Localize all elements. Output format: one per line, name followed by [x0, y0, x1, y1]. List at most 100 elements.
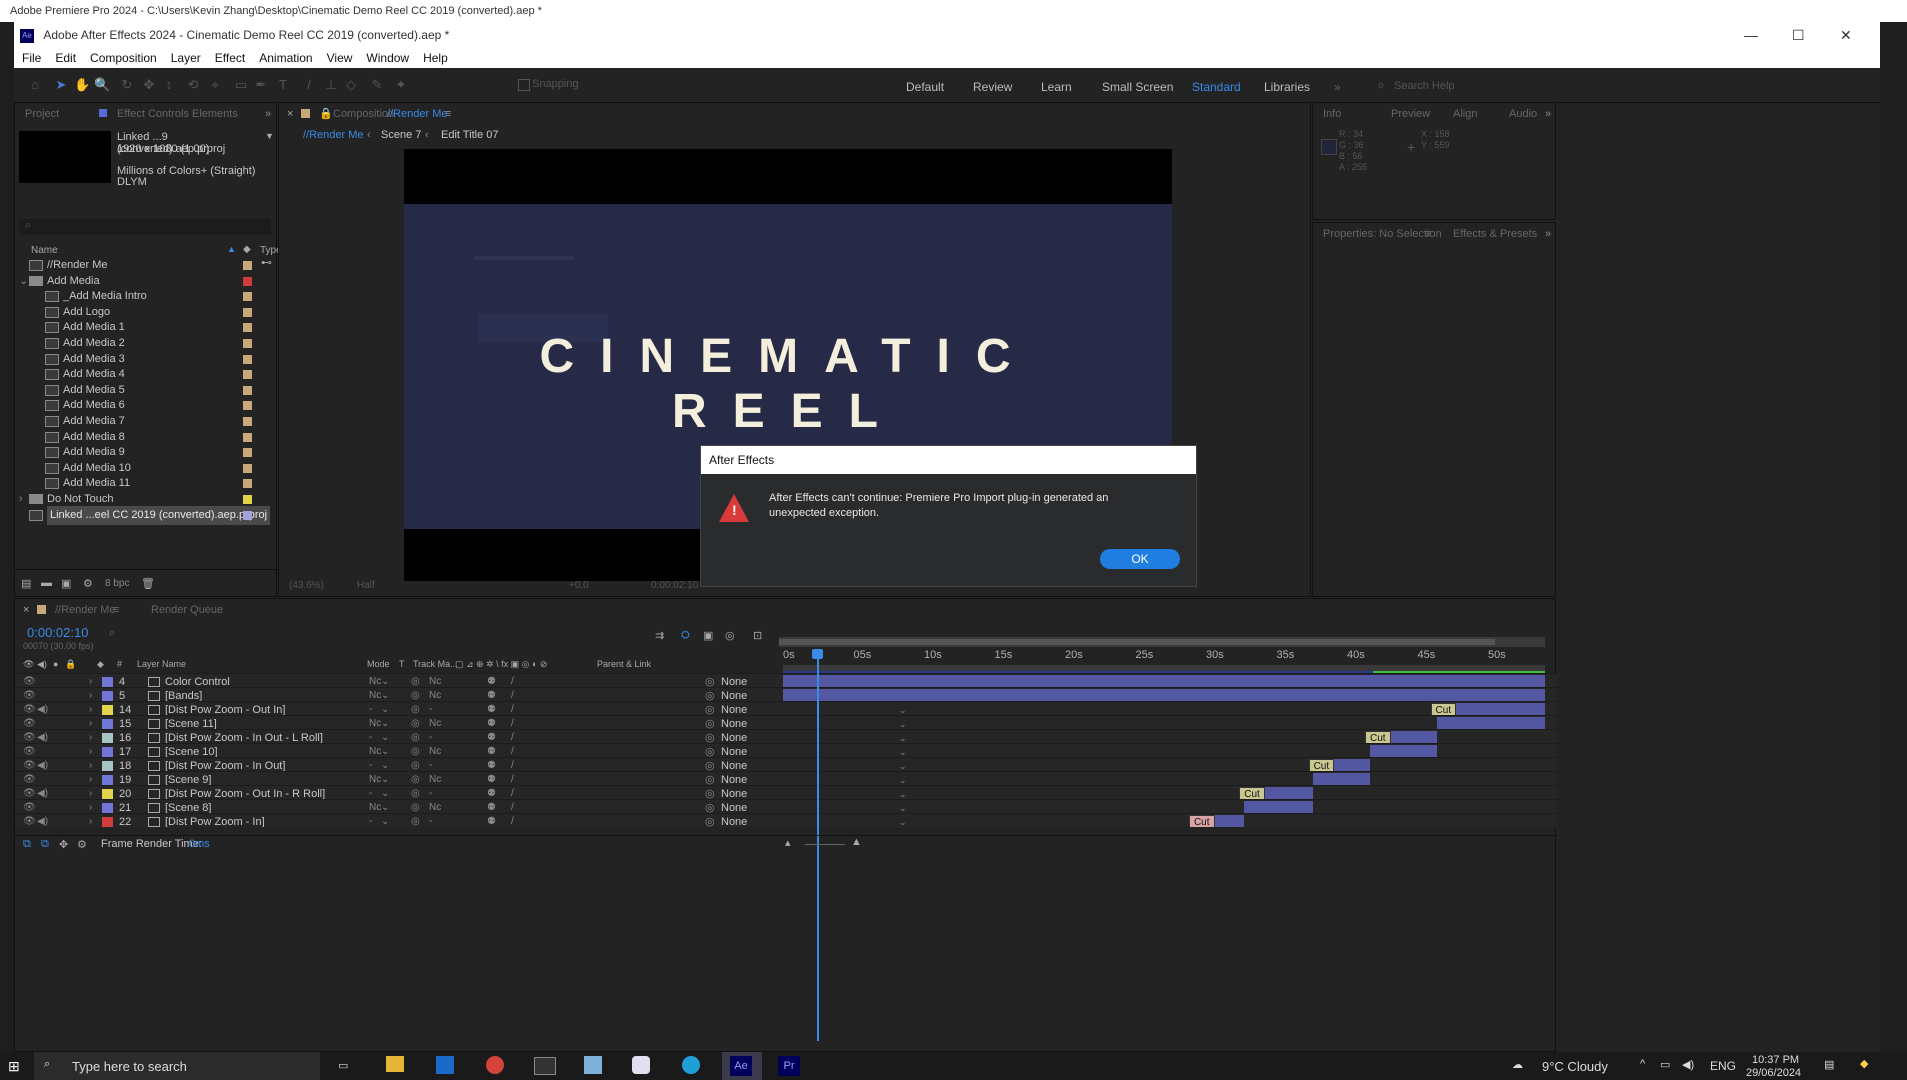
workspace-libraries[interactable]: Libraries: [1264, 80, 1310, 94]
chrome-icon[interactable]: [486, 1056, 504, 1074]
draft-3d-icon[interactable]: ⛭: [681, 629, 690, 642]
zoom-tool-icon[interactable]: 🔍: [94, 78, 110, 92]
panel-menu-icon[interactable]: ≡: [113, 599, 119, 621]
interpret-footage-icon[interactable]: ▤: [21, 577, 31, 590]
new-folder-icon[interactable]: ▬: [41, 577, 52, 589]
mode-select[interactable]: -: [369, 814, 372, 827]
close-button[interactable]: ✕: [1840, 22, 1852, 48]
crumb-render-me[interactable]: //Render Me: [303, 125, 364, 145]
roto-tool-icon[interactable]: ✎: [370, 78, 384, 92]
graph-editor-icon[interactable]: ⊡: [753, 629, 762, 642]
app-icon[interactable]: [584, 1056, 602, 1074]
weather-text[interactable]: 9°C Cloudy: [1542, 1059, 1608, 1074]
menu-composition[interactable]: Composition: [90, 51, 157, 65]
panel-overflow-icon[interactable]: »: [1545, 223, 1551, 245]
zoom-out-icon[interactable]: ▴: [785, 836, 791, 849]
label-color-swatch[interactable]: [243, 463, 252, 473]
label-color-swatch[interactable]: [102, 789, 113, 799]
tray-chevron-icon[interactable]: ^: [1640, 1058, 1645, 1070]
label-color-swatch[interactable]: [243, 307, 252, 317]
shy-switch-icon[interactable]: ⚉: [487, 814, 496, 827]
tab-timeline-render-me[interactable]: //Render Me: [55, 599, 116, 621]
minimize-button[interactable]: —: [1744, 22, 1758, 48]
comp-mini-flowchart-icon[interactable]: ⇉: [655, 629, 664, 642]
dolly-tool-icon[interactable]: ↕: [162, 78, 176, 92]
comp-footer-timecode[interactable]: 0:00:02:10: [651, 580, 698, 591]
label-color-swatch[interactable]: [102, 719, 113, 729]
snapping-checkbox[interactable]: [518, 79, 530, 91]
label-color-swatch[interactable]: [102, 775, 113, 785]
tab-info[interactable]: Info: [1323, 103, 1341, 125]
parent-pick-whip-icon[interactable]: ◎: [705, 814, 715, 827]
tab-effect-controls[interactable]: Effect Controls Elements: [117, 103, 238, 125]
lock-icon[interactable]: 🔒: [319, 103, 333, 125]
label-color-swatch[interactable]: [102, 747, 113, 757]
label-color-swatch[interactable]: [243, 323, 252, 333]
label-color-swatch[interactable]: [243, 292, 252, 302]
label-color-swatch[interactable]: [102, 691, 113, 701]
chevron-down-icon[interactable]: ⌄: [899, 814, 907, 827]
label-color-swatch[interactable]: [102, 733, 113, 743]
workspace-small-screen[interactable]: Small Screen: [1102, 80, 1173, 94]
taskbar-search[interactable]: ⌕ Type here to search: [34, 1052, 320, 1080]
workspace-default[interactable]: Default: [906, 80, 944, 94]
tab-project[interactable]: Project: [25, 103, 59, 125]
label-color-swatch[interactable]: [102, 677, 113, 687]
label-color-swatch[interactable]: [243, 385, 252, 395]
menu-window[interactable]: Window: [366, 51, 409, 65]
motion-blur-icon[interactable]: ◎: [725, 629, 735, 642]
tab-align[interactable]: Align: [1453, 103, 1477, 125]
copilot-icon[interactable]: ◆: [1860, 1057, 1868, 1070]
label-color-swatch[interactable]: [243, 432, 252, 442]
task-view-icon[interactable]: ▭: [338, 1059, 348, 1072]
workspace-review[interactable]: Review: [973, 80, 1012, 94]
track-matte-select[interactable]: -: [429, 814, 432, 827]
volume-icon[interactable]: ◀): [1682, 1058, 1694, 1071]
col-name-header[interactable]: Name: [31, 245, 58, 256]
col-t[interactable]: T: [399, 659, 405, 669]
menu-help[interactable]: Help: [423, 51, 448, 65]
timeline-search-input[interactable]: ⌕: [109, 627, 309, 641]
transfer-controls-icon[interactable]: ⧉: [41, 838, 49, 851]
language-indicator[interactable]: ENG: [1710, 1059, 1736, 1073]
workspace-learn[interactable]: Learn: [1041, 80, 1072, 94]
eye-icon[interactable]: 👁: [23, 814, 36, 827]
ok-button[interactable]: OK: [1100, 549, 1180, 569]
eraser-tool-icon[interactable]: ◇: [344, 78, 358, 92]
rotate-tool-icon[interactable]: ⟲: [186, 78, 200, 92]
rectangle-tool-icon[interactable]: ▭: [234, 78, 248, 92]
label-color-swatch[interactable]: [243, 510, 252, 520]
after-effects-icon[interactable]: Ae: [730, 1056, 752, 1076]
tab-composition-name[interactable]: //Render Me: [387, 103, 448, 125]
timeline-layer-row[interactable]: 👁 ◀) › 22 [Dist Pow Zoom - In] - ⌄ ◎ - ⚉ / ◎ None ⌄ Cu…: [15, 813, 1557, 827]
work-area-range[interactable]: [779, 639, 1495, 645]
file-explorer-icon[interactable]: [386, 1056, 404, 1072]
col-layer-name[interactable]: Layer Name: [137, 659, 186, 669]
label-tag-icon[interactable]: ◆: [243, 244, 251, 255]
flowchart-icon[interactable]: ⊷: [261, 256, 272, 269]
label-color-swatch[interactable]: [243, 339, 252, 348]
menu-effect[interactable]: Effect: [215, 51, 245, 65]
selection-tool-icon[interactable]: ➤: [54, 78, 68, 92]
tab-properties[interactable]: Properties: No Selection: [1323, 223, 1442, 245]
label-color-swatch[interactable]: [102, 705, 113, 715]
bpc-button[interactable]: 8 bpc: [105, 578, 129, 589]
home-icon[interactable]: ⌂: [28, 78, 42, 92]
panel-menu-icon[interactable]: ≡: [445, 103, 451, 125]
menu-layer[interactable]: Layer: [171, 51, 201, 65]
tab-preview[interactable]: Preview: [1391, 103, 1430, 125]
timeline-timecode[interactable]: 0:00:02:10: [27, 625, 88, 640]
search-help-input[interactable]: Search Help: [1394, 80, 1455, 92]
puppet-tool-icon[interactable]: ✦: [394, 78, 408, 92]
type-tool-icon[interactable]: T: [276, 78, 290, 92]
pan-tool-icon[interactable]: ✥: [142, 78, 156, 92]
project-settings-icon[interactable]: ⚙: [83, 577, 93, 590]
outlook-icon[interactable]: [436, 1056, 454, 1074]
panel-overflow-icon[interactable]: »: [1545, 103, 1551, 125]
new-comp-icon[interactable]: ▣: [61, 577, 71, 590]
audio-icon[interactable]: ◀): [37, 814, 48, 827]
label-color-swatch[interactable]: [243, 261, 252, 270]
clock-date[interactable]: 29/06/2024: [1746, 1067, 1801, 1079]
pen-tool-icon[interactable]: ✒: [254, 78, 268, 92]
hand-tool-icon[interactable]: ✋: [74, 78, 90, 92]
